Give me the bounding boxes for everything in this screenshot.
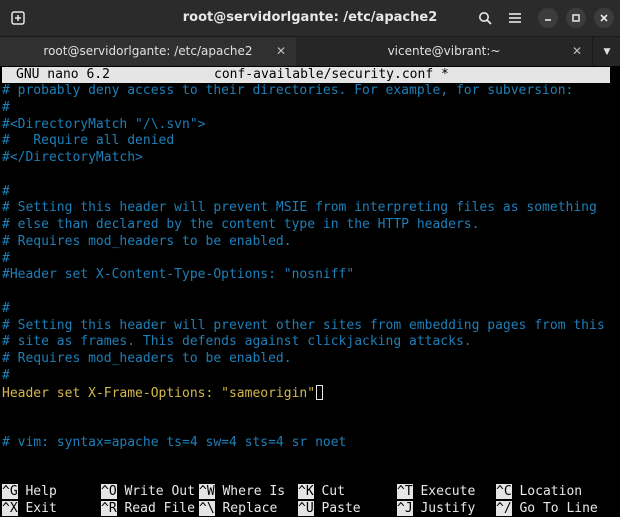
- shortcut-key: ^\: [199, 501, 215, 516]
- editor-line: # Requires mod_headers to be enabled.: [2, 234, 292, 250]
- shortcut-label: Write Out: [116, 484, 195, 499]
- tab-close-icon[interactable]: ✕: [572, 37, 582, 66]
- line-text: #: [2, 367, 10, 383]
- tab-bar: root@servidorlgante: /etc/apache2 ✕ vice…: [0, 36, 620, 67]
- shortcut-item[interactable]: ^C Location: [496, 484, 582, 500]
- tab-label: vicente@vibrant:~: [387, 44, 501, 58]
- shortcut-label: Help: [17, 484, 57, 499]
- shortcut-key: ^R: [101, 501, 117, 516]
- tab-vibrant[interactable]: vicente@vibrant:~ ✕: [296, 37, 592, 66]
- nano-version: GNU nano 6.2: [16, 67, 110, 82]
- line-text: #: [2, 300, 10, 316]
- shortcut-item[interactable]: ^J Justify: [397, 501, 475, 517]
- shortcut-label: Justify: [412, 501, 476, 516]
- minimize-icon[interactable]: [538, 8, 558, 28]
- editor-line: Header set X-Frame-Options: "sameorigin": [2, 384, 324, 401]
- shortcut-label: Cut: [313, 484, 345, 499]
- line-text: # Requires mod_headers to be enabled.: [2, 233, 292, 249]
- shortcut-key: ^K: [298, 484, 314, 499]
- tab-label: root@servidorlgante: /etc/apache2: [43, 44, 253, 58]
- line-text: # probably deny access to their director…: [2, 83, 574, 98]
- shortcut-item[interactable]: ^O Write Out: [101, 484, 195, 500]
- line-text: #: [2, 250, 10, 266]
- tab-close-icon[interactable]: ✕: [276, 37, 286, 66]
- editor-line: # Requires mod_headers to be enabled.: [2, 351, 292, 367]
- editor-line: # Setting this header will prevent MSIE …: [2, 200, 597, 216]
- shortcut-key: ^T: [397, 484, 413, 499]
- editor-line: #: [2, 301, 10, 317]
- text-cursor: [316, 384, 324, 400]
- shortcut-label: Go To Line: [511, 501, 598, 516]
- nano-header: GNU nano 6.2 conf-available/security.con…: [2, 67, 610, 83]
- shortcut-label: Execute: [412, 484, 476, 499]
- line-text: # Setting this header will prevent other…: [2, 317, 605, 333]
- shortcut-key: ^U: [298, 501, 314, 516]
- nano-filename: conf-available/security.conf *: [214, 67, 449, 82]
- shortcut-key: ^O: [101, 484, 117, 499]
- line-text: # Requires mod_headers to be enabled.: [2, 351, 292, 366]
- line-text: #: [2, 183, 10, 199]
- window-title: root@servidorlgante: /etc/apache2: [182, 10, 438, 25]
- shortcut-item[interactable]: ^R Read File: [101, 501, 195, 517]
- shortcut-label: Read File: [116, 501, 195, 516]
- line-text: #</DirectoryMatch>: [2, 150, 143, 165]
- editor-line: # Require all denied: [2, 133, 174, 149]
- line-text: #<DirectoryMatch "/\.svn">: [2, 116, 206, 132]
- line-text: # Setting this header will prevent MSIE …: [2, 200, 597, 216]
- tab-servidorlgante[interactable]: root@servidorlgante: /etc/apache2 ✕: [0, 37, 296, 66]
- shortcut-label: Replace: [214, 501, 278, 516]
- shortcut-item[interactable]: ^W Where Is: [199, 484, 285, 500]
- shortcut-label: Location: [511, 484, 583, 499]
- terminal-view[interactable]: GNU nano 6.2 conf-available/security.con…: [0, 66, 620, 517]
- shortcut-key: ^W: [199, 484, 215, 499]
- line-text: #Header set X-Content-Type-Options: "nos…: [2, 267, 355, 283]
- shortcut-key: ^X: [2, 501, 18, 516]
- editor-line: # else than declared by the content type…: [2, 217, 479, 233]
- shortcut-key: ^G: [2, 484, 18, 499]
- editor-line: #: [2, 368, 10, 384]
- editor-line: # vim: syntax=apache ts=4 sw=4 sts=4 sr …: [2, 435, 346, 451]
- line-text: # else than declared by the content type…: [2, 217, 480, 232]
- line-text: # Require all denied: [2, 133, 175, 149]
- line-text: Header set X-Frame-Options: "sameorigin": [2, 385, 316, 401]
- shortcut-label: Exit: [17, 501, 57, 516]
- line-text: #: [2, 99, 10, 115]
- editor-line: #: [2, 184, 10, 200]
- shortcut-item[interactable]: ^T Execute: [397, 484, 475, 500]
- shortcut-item[interactable]: ^X Exit: [2, 501, 57, 517]
- editor-line: #: [2, 100, 10, 116]
- shortcut-item[interactable]: ^U Paste: [298, 501, 361, 517]
- editor-line: #</DirectoryMatch>: [2, 150, 143, 166]
- editor-line: #: [2, 251, 10, 267]
- close-icon[interactable]: [594, 8, 614, 28]
- shortcut-key: ^J: [397, 501, 413, 516]
- editor-line: #Header set X-Content-Type-Options: "nos…: [2, 267, 354, 283]
- shortcut-item[interactable]: ^G Help: [2, 484, 57, 500]
- editor-line: # site as frames. This defends against c…: [2, 334, 472, 350]
- shortcut-key: ^C: [496, 484, 512, 499]
- shortcut-key: ^/: [496, 501, 512, 516]
- hamburger-menu-icon[interactable]: [506, 9, 524, 27]
- editor-line: #<DirectoryMatch "/\.svn">: [2, 117, 206, 133]
- editor-line: # probably deny access to their director…: [2, 83, 573, 99]
- shortcut-item[interactable]: ^K Cut: [298, 484, 345, 500]
- shortcut-label: Paste: [313, 501, 361, 516]
- chevron-down-icon[interactable]: ▼: [592, 37, 620, 66]
- editor-line: # Setting this header will prevent other…: [2, 318, 605, 334]
- shortcut-item[interactable]: ^\ Replace: [199, 501, 277, 517]
- search-icon[interactable]: [476, 9, 494, 27]
- line-text: # site as frames. This defends against c…: [2, 334, 472, 350]
- window-titlebar: root@servidorlgante: /etc/apache2: [0, 0, 620, 36]
- maximize-icon[interactable]: [566, 8, 586, 28]
- shortcut-label: Where Is: [214, 484, 286, 499]
- line-text: # vim: syntax=apache ts=4 sw=4 sts=4 sr …: [2, 434, 347, 450]
- shortcut-item[interactable]: ^/ Go To Line: [496, 501, 598, 517]
